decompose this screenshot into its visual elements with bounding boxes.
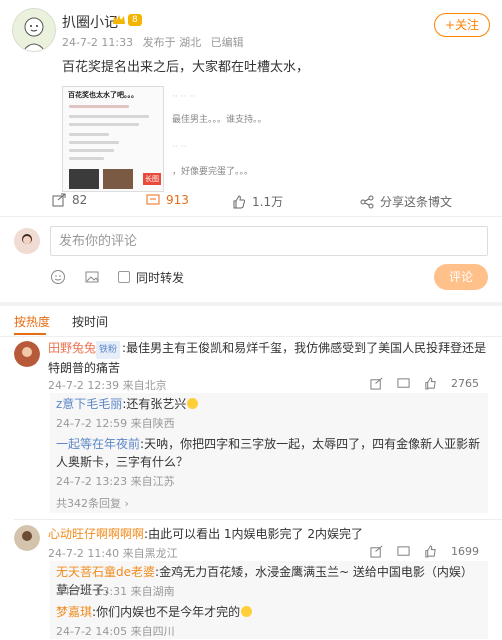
comment-actions: 1699 bbox=[370, 545, 479, 558]
thumbnail-title: 百花奖也太水了吧。。。 bbox=[68, 91, 138, 99]
post-image-thumbnail[interactable]: 百花奖也太水了吧。。。 长图 bbox=[62, 86, 164, 192]
emoji-icon bbox=[187, 398, 199, 409]
side-snippet-2: ，好像要完蛋了。。。 bbox=[172, 167, 254, 177]
thumbs-up-icon[interactable] bbox=[424, 545, 437, 558]
reply-meta: 24-7-2 13:31 来自湖南 bbox=[56, 585, 175, 598]
reply-thread: z意下毛毛丽:还有张艺兴 24-7-2 12:59 来自陕西 一起等在年夜前:天… bbox=[50, 393, 488, 513]
emoji-icon[interactable] bbox=[50, 269, 66, 285]
weibo-post-card: 扒圈小记 8 24-7-2 11:33 发布于 湖北 已编辑 +关注 百花奖提名… bbox=[0, 0, 502, 302]
my-avatar bbox=[14, 228, 40, 254]
more-replies-link[interactable]: 共342条回复 › bbox=[56, 495, 129, 511]
reply-username[interactable]: z意下毛毛丽 bbox=[56, 397, 122, 411]
repost-icon[interactable] bbox=[370, 545, 383, 558]
reply-text: 还有张艺兴 bbox=[126, 397, 187, 411]
post-location: 发布于 湖北 bbox=[142, 36, 202, 49]
reply-item: 梦嘉琪:你们内娱也不是今年才完的 bbox=[56, 603, 253, 621]
fan-badge: 铁粉 bbox=[96, 341, 121, 359]
follow-button[interactable]: +关注 bbox=[434, 13, 490, 37]
post-image-side-snippets: ·· ·· ·· 最佳男主。。。谁支持。。 ·· ·· ，好像要完蛋了。。。 bbox=[172, 92, 267, 177]
comment-like-count: 1699 bbox=[451, 545, 479, 558]
share-label: 分享这条博文 bbox=[380, 195, 453, 209]
active-tab-indicator bbox=[14, 333, 46, 335]
comment-like-count: 2765 bbox=[451, 377, 479, 390]
reply-meta: 24-7-2 12:59 来自陕西 bbox=[56, 417, 175, 430]
reply-thread: 无天菩石童de老婆:金鸡无力百花矮，水浸金鹰满玉兰~ 送给中国电影（内娱）草台班… bbox=[50, 561, 488, 639]
reply-username[interactable]: 梦嘉琪 bbox=[56, 605, 92, 619]
tab-by-heat[interactable]: 按热度 bbox=[14, 313, 50, 330]
comment-button[interactable]: 913 bbox=[146, 193, 189, 207]
repost-checkbox-label: 同时转发 bbox=[136, 270, 185, 285]
repost-icon bbox=[52, 193, 66, 207]
comment-icon[interactable] bbox=[397, 377, 410, 390]
repost-button[interactable]: 82 bbox=[52, 193, 87, 207]
reply-meta: 24-7-2 14:05 来自四川 bbox=[56, 625, 175, 638]
comment-meta: 24-7-2 12:39 来自北京 bbox=[48, 379, 167, 392]
reply-meta: 24-7-2 13:23 来自江苏 bbox=[56, 475, 175, 488]
comment-meta: 24-7-2 11:40 来自黑龙江 bbox=[48, 547, 178, 560]
comment-actions: 2765 bbox=[370, 377, 479, 390]
level-badge: 8 bbox=[128, 14, 142, 26]
divider bbox=[14, 519, 502, 520]
comment-sort-tabs: 按热度 按时间 bbox=[0, 306, 502, 337]
reply-item: z意下毛毛丽:还有张艺兴 bbox=[56, 395, 199, 413]
reply-username[interactable]: 一起等在年夜前 bbox=[56, 437, 140, 451]
thumbs-up-icon bbox=[233, 194, 245, 208]
post-edited-tag: 已编辑 bbox=[210, 36, 244, 49]
comment-text: 由此可以看出 1内娱电影完了 2内娱完了 bbox=[148, 527, 363, 541]
reply-username[interactable]: 无天菩石童de老婆 bbox=[56, 565, 155, 579]
comment-icon[interactable] bbox=[397, 545, 410, 558]
post-time[interactable]: 24-7-2 11:33 bbox=[62, 36, 133, 49]
repost-checkbox[interactable] bbox=[118, 271, 130, 283]
post-action-bar: 82 913 1.1万 分享这条博文 bbox=[0, 190, 502, 214]
repost-icon[interactable] bbox=[370, 377, 383, 390]
like-count: 1.1万 bbox=[252, 195, 284, 209]
comment-username[interactable]: 田野兔兔 bbox=[48, 341, 96, 355]
divider bbox=[0, 216, 502, 217]
thumbs-up-icon[interactable] bbox=[424, 377, 437, 390]
more-replies-label: 共342条回复 bbox=[56, 497, 121, 510]
author-name[interactable]: 扒圈小记 bbox=[62, 12, 118, 32]
long-image-badge: 长图 bbox=[143, 173, 161, 185]
comment-icon bbox=[146, 194, 160, 205]
commenter-avatar[interactable] bbox=[14, 525, 40, 551]
post-meta: 24-7-2 11:33 发布于 湖北 已编辑 bbox=[62, 34, 250, 50]
tab-by-time[interactable]: 按时间 bbox=[72, 313, 108, 330]
comment-body: 心动旺仔啊啊啊啊:由此可以看出 1内娱电影完了 2内娱完了 bbox=[48, 527, 363, 541]
comment-list: 田野兔兔 铁粉:最佳男主有王俊凯和易烊千玺，我仿佛感受到了美国人民投拜登还是特朗普… bbox=[0, 337, 502, 640]
commenter-avatar[interactable] bbox=[14, 341, 40, 367]
like-button[interactable]: 1.1万 bbox=[232, 193, 283, 210]
image-icon[interactable] bbox=[84, 269, 100, 285]
share-button[interactable]: 分享这条博文 bbox=[360, 193, 452, 210]
submit-comment-button[interactable]: 评论 bbox=[434, 264, 488, 290]
comment-count: 913 bbox=[166, 193, 189, 207]
share-icon bbox=[360, 195, 374, 208]
comment-input[interactable]: 发布你的评论 bbox=[50, 226, 488, 256]
emoji-icon bbox=[241, 606, 253, 617]
composer-tools: 同时转发 bbox=[50, 266, 184, 288]
reply-text: 你们内娱也不是今年才完的 bbox=[96, 605, 241, 619]
comment-username[interactable]: 心动旺仔啊啊啊啊 bbox=[48, 527, 144, 541]
author-avatar[interactable] bbox=[12, 8, 56, 52]
reply-item: 一起等在年夜前:天呐，你把四字和三字放一起，太辱四了，四有金像新人亚影新人奥斯卡… bbox=[56, 437, 481, 469]
repost-count: 82 bbox=[72, 193, 88, 207]
vip-crown-icon bbox=[113, 15, 125, 24]
post-text: 百花奖提名出来之后，大家都在吐槽太水， bbox=[62, 60, 310, 75]
side-snippet-1: 最佳男主。。。谁支持。。 bbox=[172, 115, 267, 125]
comment-body: 田野兔兔 铁粉:最佳男主有王俊凯和易烊千玺，我仿佛感受到了美国人民投拜登还是特朗普… bbox=[48, 341, 487, 375]
